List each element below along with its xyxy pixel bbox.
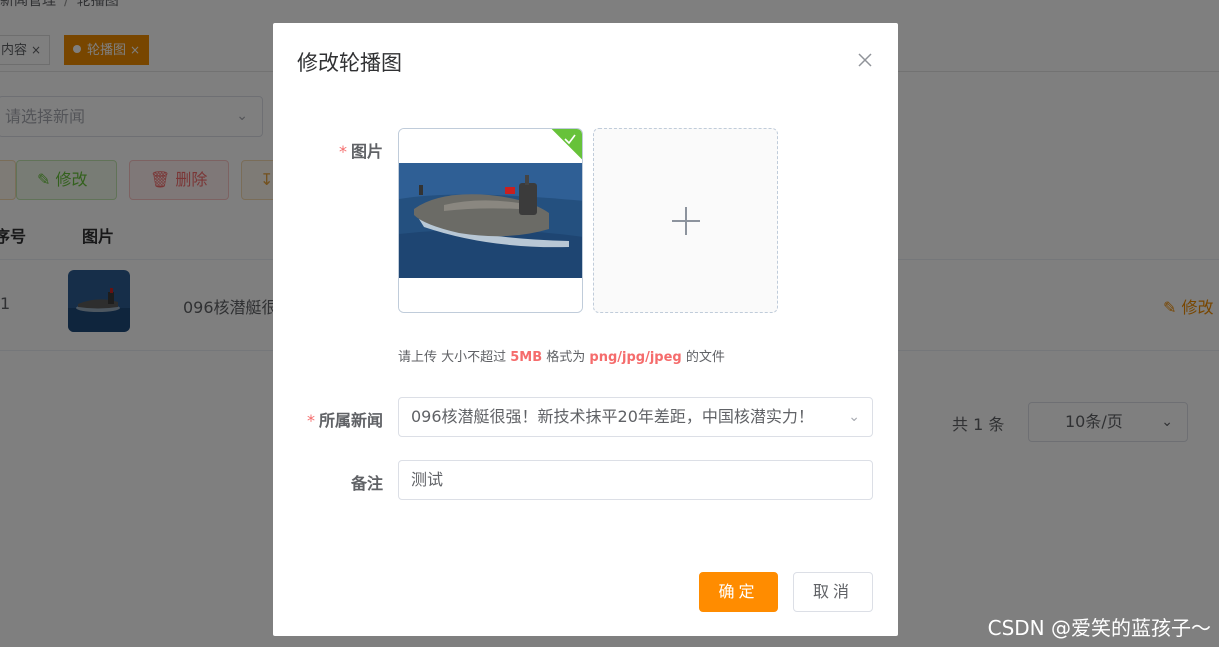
tip-size: 5MB (510, 350, 543, 365)
uploaded-image[interactable] (398, 128, 583, 313)
remark-label-text: 备注 (350, 474, 383, 493)
tip-formats: png/jpg/jpeg (589, 350, 682, 365)
image-label-text: 图片 (350, 142, 383, 161)
dialog-title: 修改轮播图 (297, 51, 402, 75)
remark-input[interactable]: 测试 (398, 460, 873, 500)
submarine-image (399, 129, 582, 312)
check-icon (564, 134, 576, 145)
close-icon[interactable] (858, 53, 872, 67)
edit-carousel-dialog: 修改轮播图 * 图片 请上传 大小不超过 5MB 格式为 png/jpg/jpe… (273, 23, 898, 636)
news-select[interactable]: 096核潜艇很强！新技术抹平20年差距，中国核潜实力！ ⌄ (398, 397, 873, 437)
upload-add-button[interactable] (593, 128, 778, 313)
tip-mid: 格式为 (542, 350, 590, 365)
tip-suffix: 的文件 (681, 350, 725, 365)
remark-input-value: 测试 (411, 470, 444, 489)
chevron-down-icon: ⌄ (844, 398, 860, 436)
news-field-label: * 所属新闻 (293, 407, 383, 431)
watermark: CSDN @爱笑的蓝孩子～ (987, 616, 1211, 640)
plus-icon (672, 207, 700, 235)
remark-field-label: 备注 (293, 470, 383, 494)
upload-tip: 请上传 大小不超过 5MB 格式为 png/jpg/jpeg 的文件 (398, 346, 725, 365)
cancel-button[interactable]: 取消 (793, 572, 873, 612)
required-mark: * (338, 142, 347, 161)
news-label-text: 所属新闻 (318, 411, 383, 430)
tip-prefix: 请上传 大小不超过 (398, 350, 511, 365)
required-mark: * (306, 411, 315, 430)
confirm-button[interactable]: 确定 (699, 572, 778, 612)
news-select-value: 096核潜艇很强！新技术抹平20年差距，中国核潜实力！ (411, 407, 814, 426)
image-field-label: * 图片 (293, 138, 383, 162)
